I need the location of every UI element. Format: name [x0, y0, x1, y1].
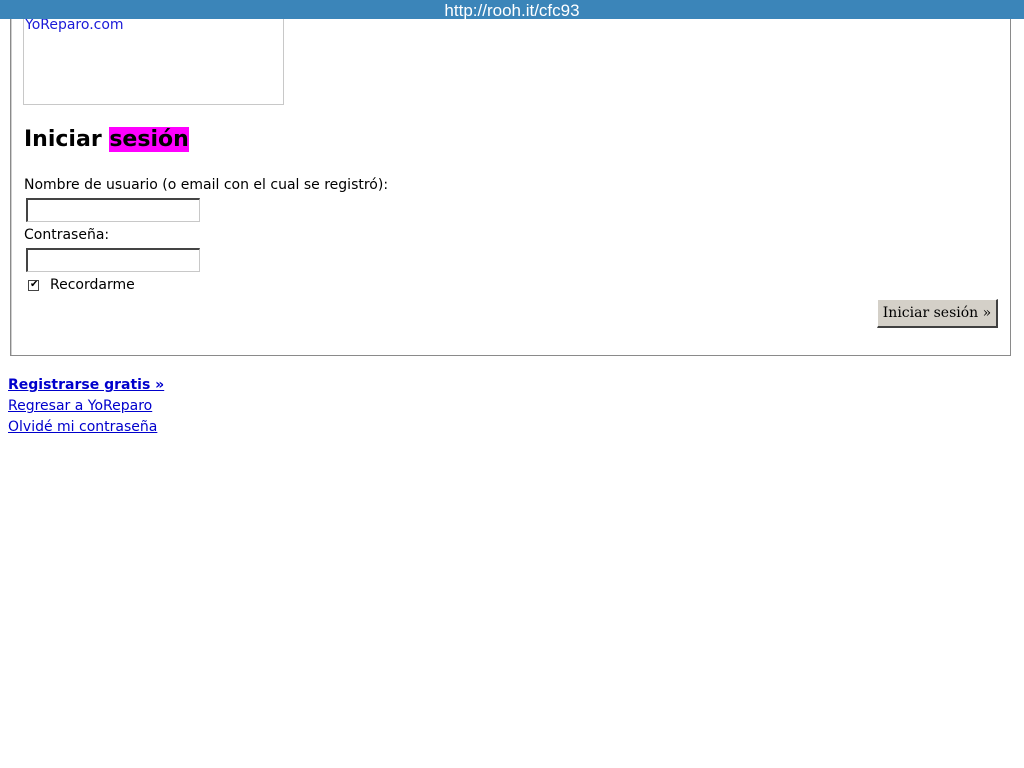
- checkmark-icon: ✔: [30, 279, 39, 290]
- password-label: Contraseña:: [24, 227, 110, 243]
- username-label: Nombre de usuario (o email con el cual s…: [24, 177, 389, 193]
- register-link[interactable]: Registrarse gratis »: [8, 377, 164, 393]
- url-banner: http://rooh.it/cfc93: [0, 0, 1024, 20]
- page-title-highlight: sesión: [109, 127, 189, 152]
- page-title: Iniciar sesión: [24, 124, 189, 155]
- remember-checkbox[interactable]: ✔: [28, 279, 39, 291]
- login-button[interactable]: Iniciar sesión »: [877, 299, 998, 328]
- remember-label[interactable]: Recordarme: [50, 277, 135, 293]
- password-input[interactable]: [26, 248, 200, 272]
- logo-area: YoReparo.com: [23, 11, 284, 105]
- username-input[interactable]: [26, 198, 200, 222]
- logo-text[interactable]: YoReparo.com: [25, 17, 124, 33]
- page-title-part1: Iniciar: [24, 127, 110, 152]
- forgot-password-link[interactable]: Olvidé mi contraseña: [8, 419, 157, 435]
- back-to-yoreparo-link[interactable]: Regresar a YoReparo: [8, 398, 152, 414]
